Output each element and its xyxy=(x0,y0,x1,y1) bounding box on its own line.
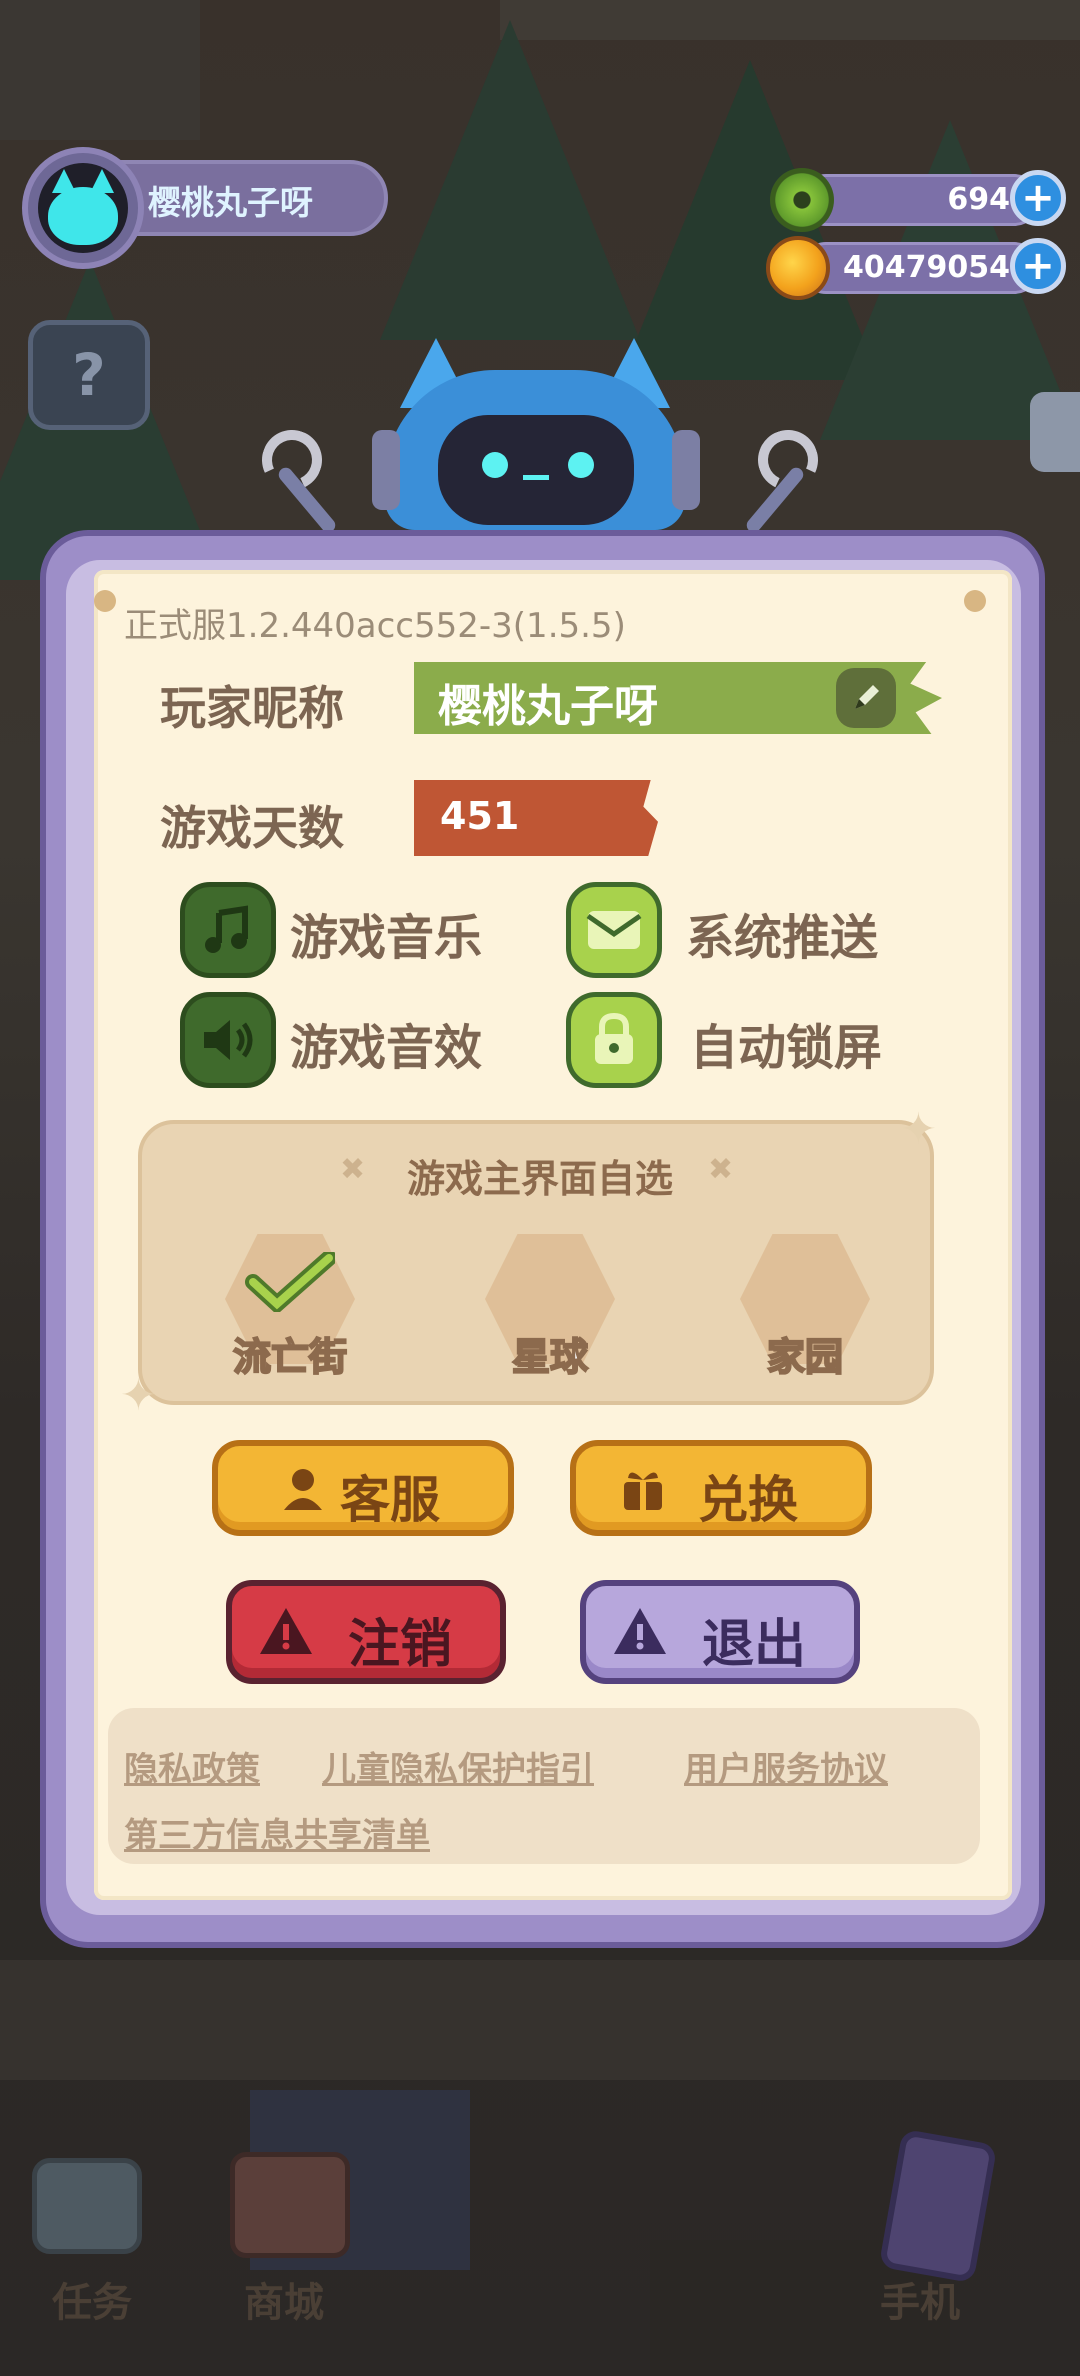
envelope-icon xyxy=(586,911,642,949)
interface-select-title: 游戏主界面自选 xyxy=(406,1157,673,1201)
warning-icon xyxy=(614,1608,666,1654)
music-toggle[interactable] xyxy=(180,882,276,978)
nickname-value: 樱桃丸子呀 xyxy=(438,681,658,732)
music-label: 游戏音乐 xyxy=(290,910,483,966)
privacy-policy-link[interactable]: 隐私政策 xyxy=(124,1742,260,1791)
version-text: 正式服1.2.440acc552-3(1.5.5) xyxy=(124,606,626,646)
sfx-label: 游戏音效 xyxy=(290,1020,483,1076)
logout-label: 退出 xyxy=(702,1615,807,1675)
sparkle-icon: ✦ xyxy=(120,1370,157,1421)
cancel-account-button[interactable]: 注销 xyxy=(226,1580,506,1684)
person-icon xyxy=(284,1469,322,1510)
nav-shop[interactable]: 商城 xyxy=(210,2140,370,2326)
pin-icon xyxy=(94,590,116,612)
lock-icon xyxy=(595,1012,633,1064)
nav-shop-label: 商城 xyxy=(244,2280,324,2326)
redeem-button[interactable]: 兑换 xyxy=(570,1440,872,1536)
gift-icon xyxy=(624,1472,662,1510)
book-icon xyxy=(32,2158,142,2254)
push-toggle[interactable] xyxy=(566,882,662,978)
nickname-label: 玩家昵称 xyxy=(160,681,344,735)
redeem-label: 兑换 xyxy=(698,1471,798,1529)
pin-icon xyxy=(964,590,986,612)
interface-label-home: 家园 xyxy=(766,1334,844,1380)
interface-label-planet: 星球 xyxy=(511,1334,589,1380)
speaker-icon xyxy=(204,1020,253,1060)
autolock-label: 自动锁屏 xyxy=(690,1020,883,1076)
music-note-icon xyxy=(205,905,248,953)
third-party-sharing-link[interactable]: 第三方信息共享清单 xyxy=(124,1808,430,1857)
pen-icon xyxy=(855,685,879,709)
phone-icon xyxy=(878,2128,998,2284)
child-privacy-link[interactable]: 儿童隐私保护指引 xyxy=(322,1742,594,1791)
nav-tasks[interactable]: 任务 xyxy=(20,2140,160,2326)
nav-tasks-label: 任务 xyxy=(52,2280,132,2326)
robot-mascot xyxy=(0,0,1080,540)
days-label: 游戏天数 xyxy=(160,801,344,855)
logout-button[interactable]: 退出 xyxy=(580,1580,860,1684)
nav-phone[interactable]: 手机 xyxy=(850,2120,1010,2326)
shop-icon xyxy=(230,2152,350,2258)
support-button[interactable]: 客服 xyxy=(212,1440,514,1536)
days-value: 451 xyxy=(440,794,520,838)
user-agreement-link[interactable]: 用户服务协议 xyxy=(684,1742,888,1791)
nav-phone-label: 手机 xyxy=(880,2280,960,2326)
interface-label-street: 流亡街 xyxy=(232,1334,348,1380)
push-label: 系统推送 xyxy=(686,910,879,966)
warning-icon xyxy=(260,1608,312,1654)
sfx-toggle[interactable] xyxy=(180,992,276,1088)
edit-nickname-button[interactable] xyxy=(836,668,896,728)
autolock-toggle[interactable] xyxy=(566,992,662,1088)
cancel-account-label: 注销 xyxy=(348,1615,453,1675)
checkmark-icon xyxy=(245,1252,335,1312)
support-label: 客服 xyxy=(340,1471,440,1529)
